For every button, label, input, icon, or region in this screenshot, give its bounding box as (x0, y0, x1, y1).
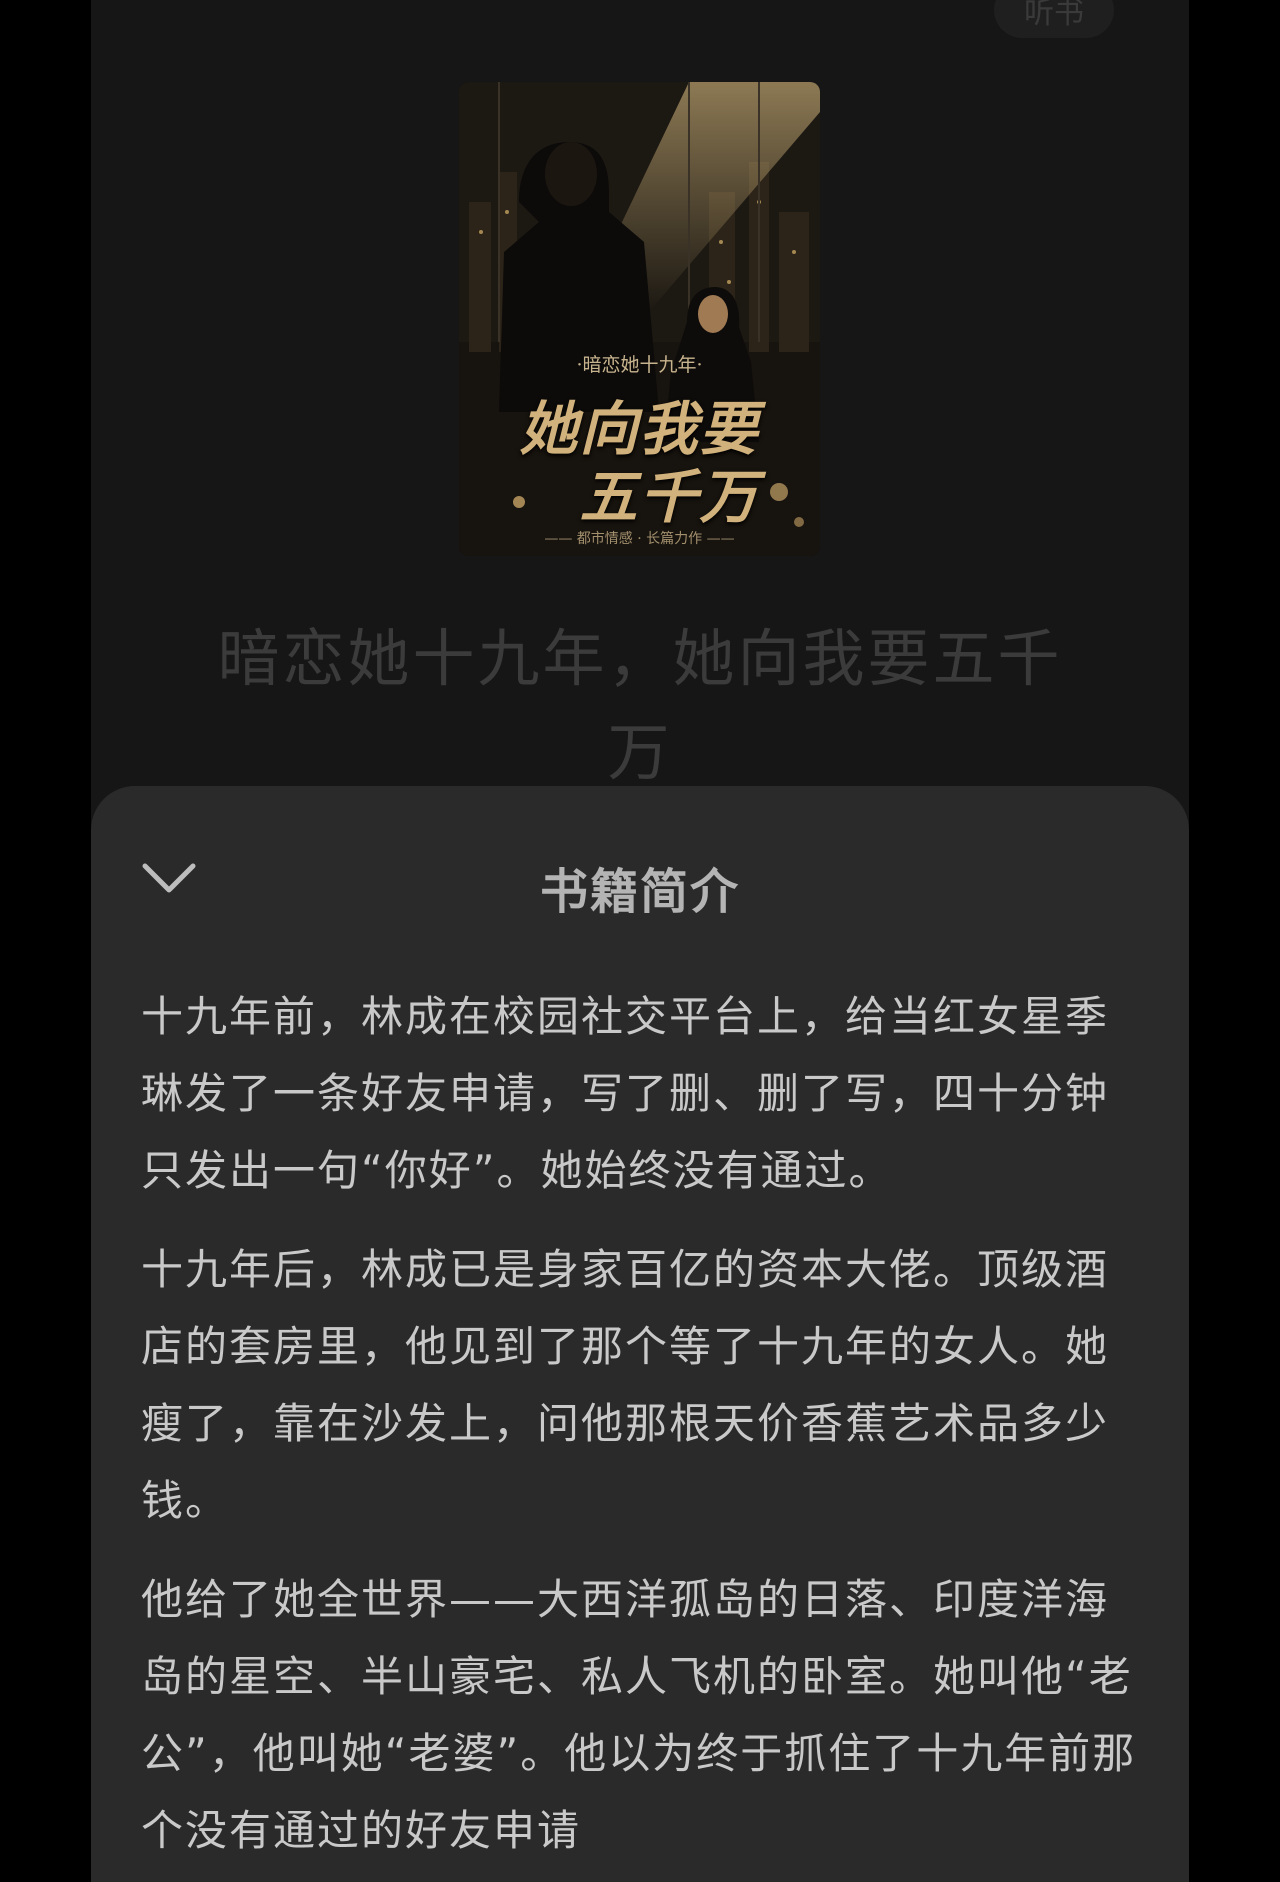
cover-title-line2: 五千万 (579, 463, 760, 531)
cover-subtitle: ·暗恋她十九年· (576, 354, 703, 376)
intro-sheet: 书籍简介 十九年前，林成在校园社交平台上，给当红女星季琳发了一条好友申请，写了删… (91, 786, 1189, 1882)
app-screen: 听书 ·暗恋她十九年· 她向我要 五千万 —— 都市情感 · 长篇力作 —— 暗… (91, 0, 1189, 1882)
listen-button[interactable]: 听书 (994, 0, 1114, 38)
synopsis-paragraph: 他给了她全世界——大西洋孤岛的日落、印度洋海岛的星空、半山豪宅、私人飞机的卧室。… (141, 1575, 1137, 1855)
book-cover[interactable]: ·暗恋她十九年· 她向我要 五千万 —— 都市情感 · 长篇力作 —— (459, 82, 820, 556)
synopsis-paragraph: 十九年后，林成已是身家百亿的资本大佬。顶级酒店的套房里，他见到了那个等了十九年的… (141, 1245, 1110, 1525)
book-title: 暗恋她十九年，她向我要五千万 (217, 622, 1063, 789)
synopsis-paragraph: 十九年前，林成在校园社交平台上，给当红女星季琳发了一条好友申请，写了删、删了写，… (141, 992, 1110, 1195)
cover-footer: —— 都市情感 · 长篇力作 —— (544, 531, 735, 547)
synopsis-text: 十九年前，林成在校园社交平台上，给当红女星季琳发了一条好友申请，写了删、删了写，… (141, 978, 1143, 1882)
intro-sheet-title: 书籍简介 (539, 864, 740, 920)
